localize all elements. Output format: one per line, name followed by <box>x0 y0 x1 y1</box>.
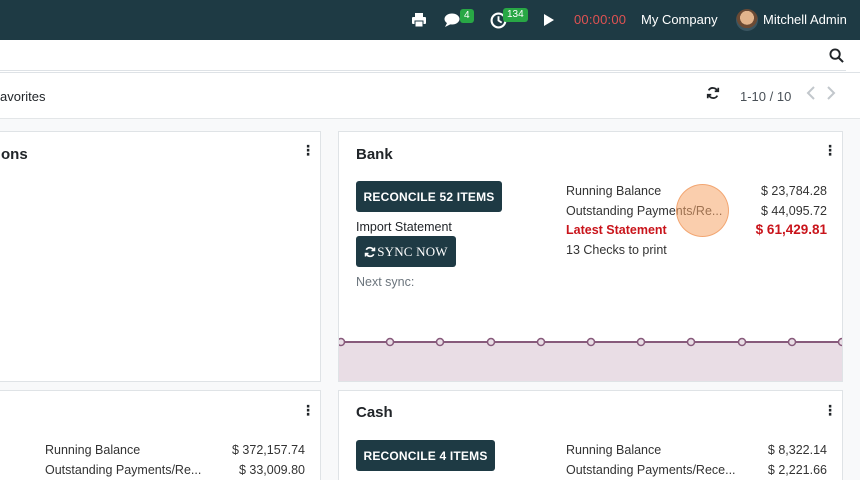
running-balance-value: $ 23,784.28 <box>760 184 827 198</box>
running-balance-label: Running Balance <box>566 443 662 457</box>
outstanding-payments-label[interactable]: Outstanding Payments/Rece... <box>566 463 736 477</box>
journal-card-cash: Cash ⋮ RECONCILE 4 ITEMS Running Balance… <box>338 390 843 480</box>
reconcile-button[interactable]: RECONCILE 52 ITEMS <box>356 181 502 212</box>
timer-display: 00:00:00 <box>574 12 627 27</box>
kebab-icon[interactable]: ⋮ <box>301 143 315 157</box>
journal-card-bottom-left: ⋮ Running Balance $ 372,157.74 Outstandi… <box>0 390 321 480</box>
print-icon[interactable] <box>411 10 427 30</box>
search-input[interactable] <box>0 43 846 71</box>
reconcile-button[interactable]: RECONCILE 4 ITEMS <box>356 440 495 471</box>
journal-card-bank: Bank ⋮ RECONCILE 52 ITEMS Import Stateme… <box>338 131 843 382</box>
activity-badge: 134 <box>503 8 528 22</box>
latest-statement-value[interactable]: $ 61,429.81 <box>756 222 827 237</box>
kebab-icon[interactable]: ⋮ <box>301 403 315 417</box>
avatar[interactable] <box>736 9 758 31</box>
control-panel <box>0 73 860 119</box>
chevron-left-icon[interactable] <box>806 86 816 103</box>
search-icon[interactable] <box>829 48 844 68</box>
journal-card-top-left: ons ⋮ <box>0 131 321 382</box>
card-title[interactable]: ons <box>1 146 28 163</box>
kebab-icon[interactable]: ⋮ <box>823 143 837 157</box>
sync-now-button[interactable]: SYNC NOW <box>356 236 456 267</box>
next-sync-label: Next sync: <box>356 275 415 289</box>
latest-statement-label[interactable]: Latest Statement <box>566 223 667 237</box>
running-balance-label: Running Balance <box>566 184 662 198</box>
balance-graph <box>339 337 842 381</box>
outstanding-payments-value[interactable]: $ 2,221.66 <box>768 463 827 477</box>
sync-now-label: SYNC NOW <box>377 243 448 259</box>
reconcile-button-label: RECONCILE 52 ITEMS <box>363 189 495 204</box>
sync-icon <box>364 246 376 258</box>
running-balance-value: $ 8,322.14 <box>767 443 827 457</box>
outstanding-payments-value[interactable]: $ 44,095.72 <box>761 204 827 218</box>
chevron-right-icon[interactable] <box>826 86 836 103</box>
outstanding-payments-label[interactable]: Outstanding Payments/Re... <box>45 463 201 477</box>
favorites-dropdown[interactable]: avorites <box>0 89 46 104</box>
pager-value[interactable]: 1-10 / 10 <box>740 89 791 104</box>
running-balance-label: Running Balance <box>45 443 141 457</box>
company-switcher[interactable]: My Company <box>641 12 718 27</box>
refresh-icon[interactable] <box>706 86 720 105</box>
card-title[interactable]: Bank <box>356 146 393 163</box>
outstanding-payments-value[interactable]: $ 33,009.80 <box>239 463 305 477</box>
user-menu[interactable]: Mitchell Admin <box>763 12 847 27</box>
top-navbar: 4 134 00:00:00 My Company Mitchell Admin <box>0 0 860 40</box>
cursor-highlight <box>676 184 729 237</box>
kebab-icon[interactable]: ⋮ <box>823 403 837 417</box>
checks-to-print-link[interactable]: 13 Checks to print <box>566 243 667 257</box>
import-statement-link[interactable]: Import Statement <box>356 220 452 234</box>
play-icon[interactable] <box>543 10 555 30</box>
reconcile-button-label: RECONCILE 4 ITEMS <box>363 448 488 463</box>
running-balance-value: $ 372,157.74 <box>232 443 305 457</box>
chat-badge: 4 <box>460 9 474 23</box>
search-bar-row <box>0 40 860 73</box>
card-title[interactable]: Cash <box>356 404 393 421</box>
